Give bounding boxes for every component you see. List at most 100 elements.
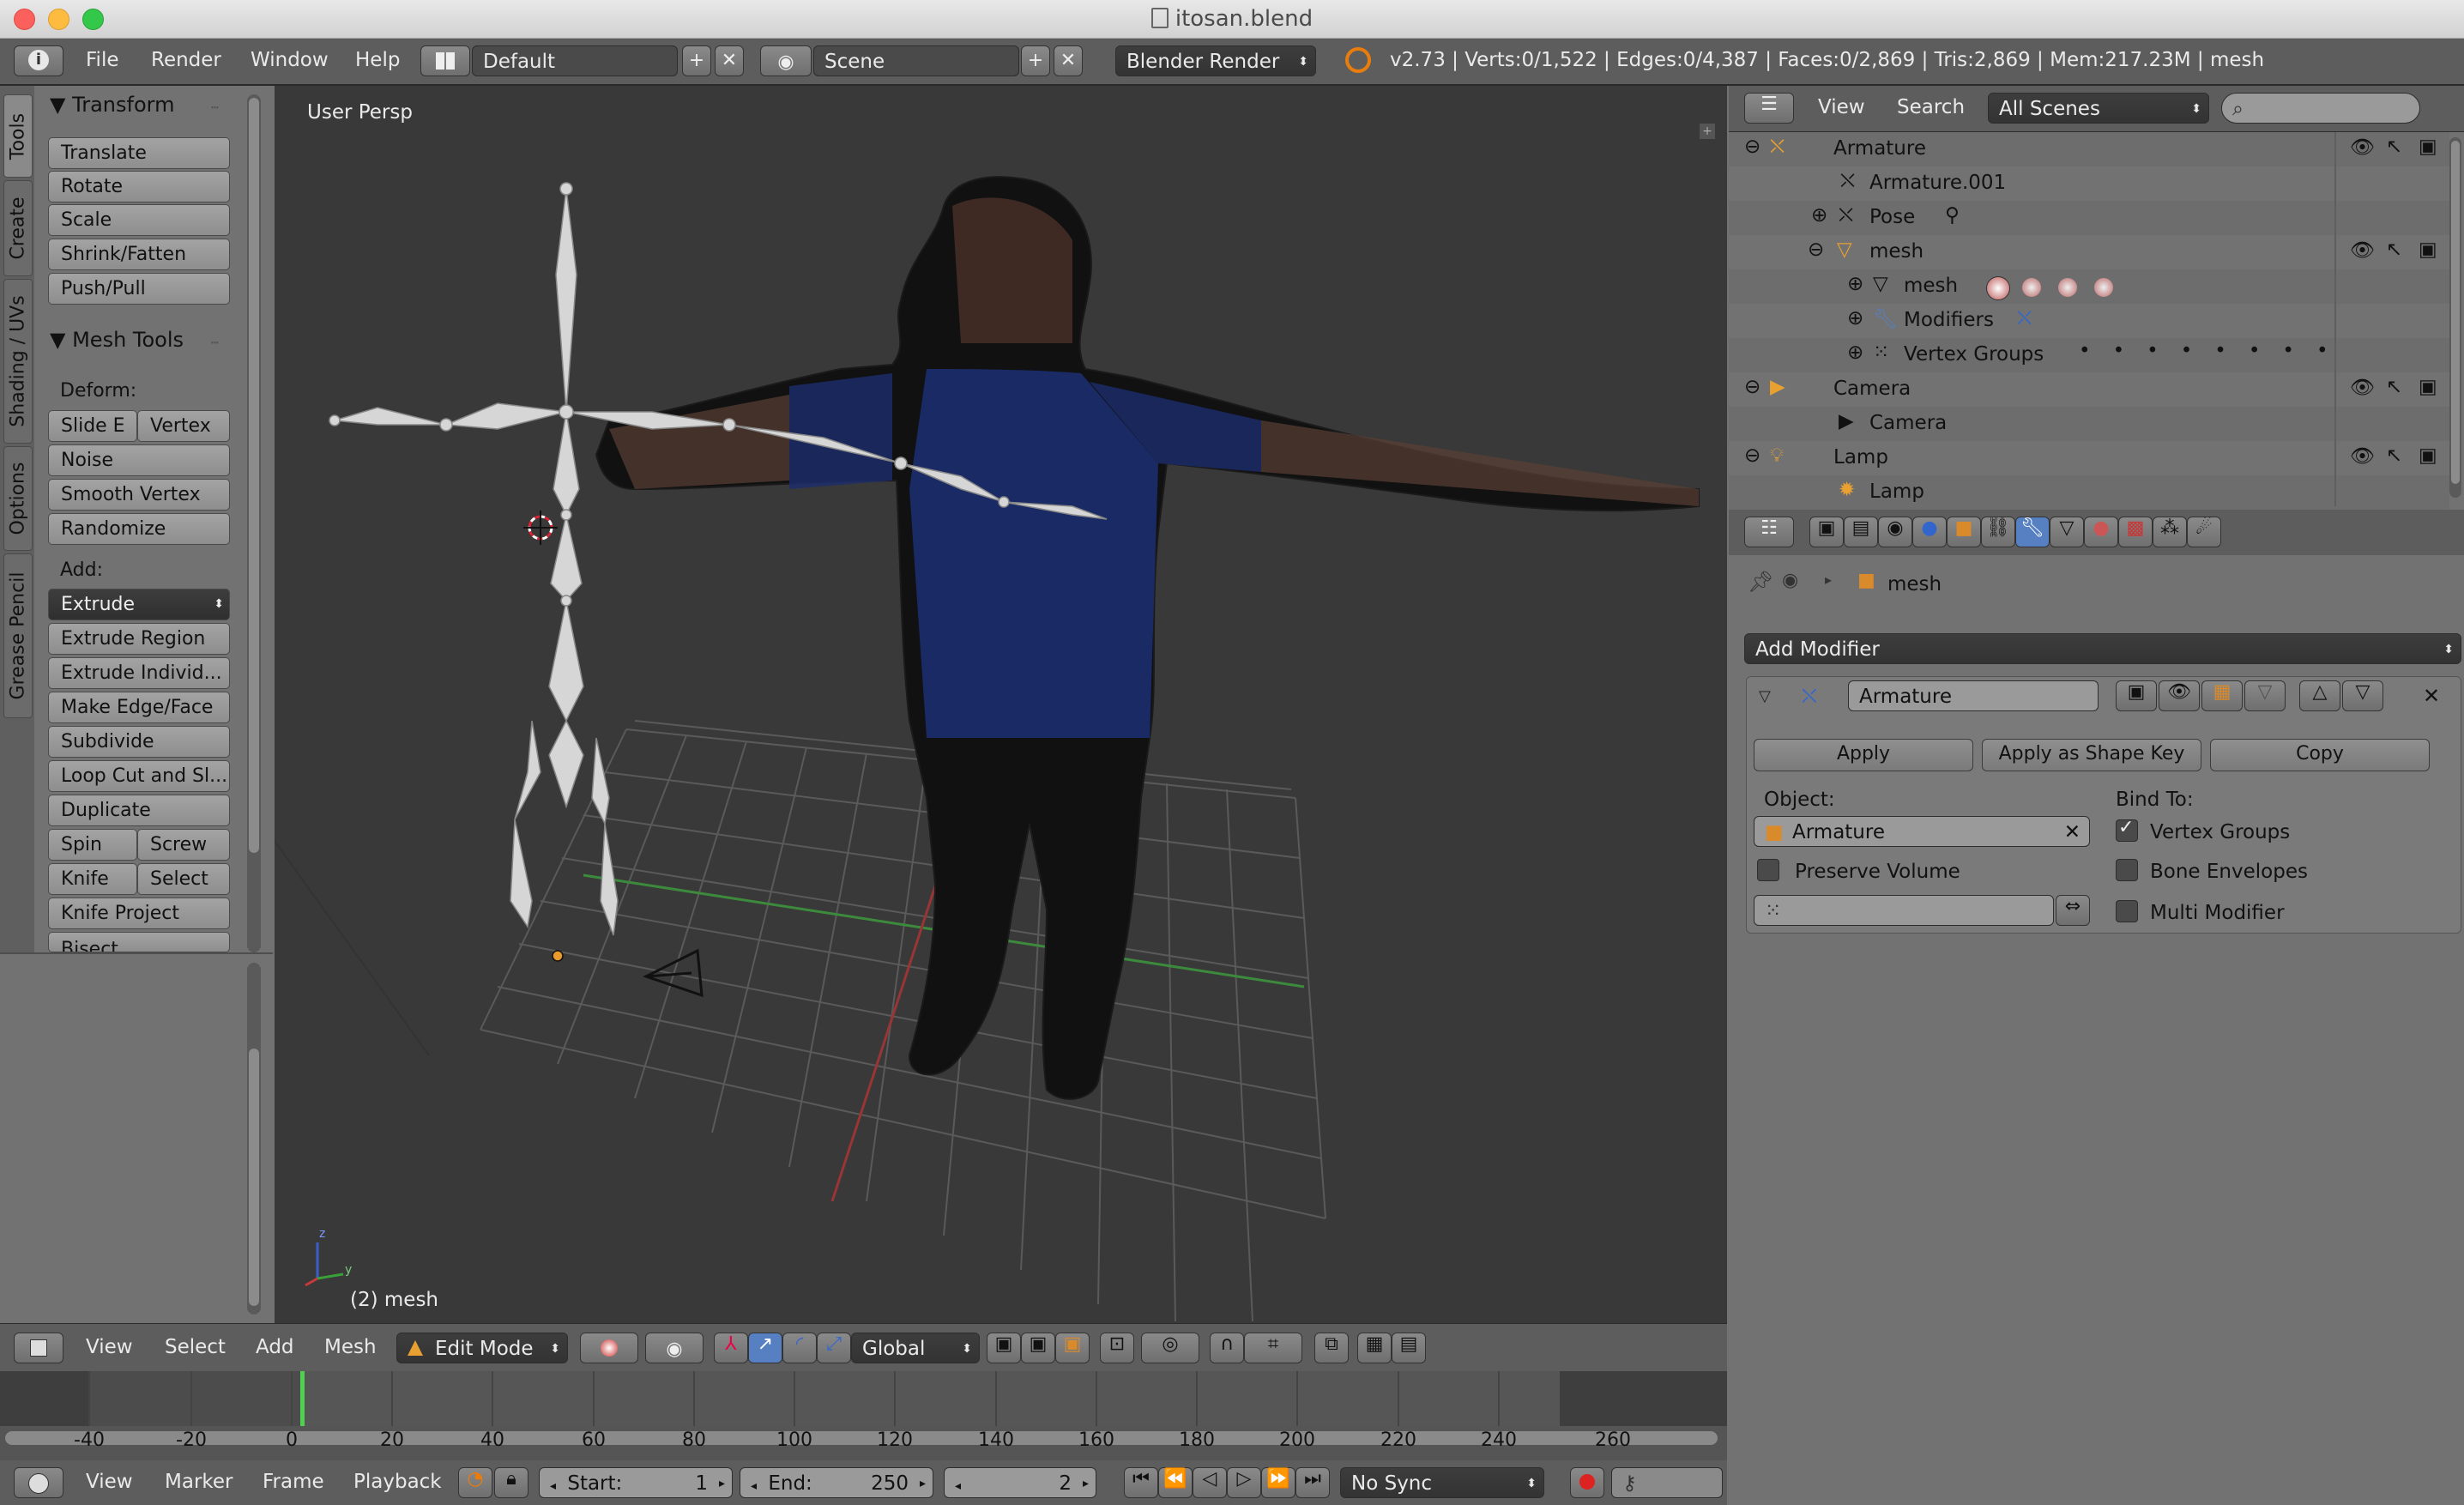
play-reverse-button[interactable]: ◁ xyxy=(1193,1467,1227,1498)
subdivide-button[interactable]: Subdivide xyxy=(48,726,230,758)
translate-button[interactable]: Translate xyxy=(48,137,230,169)
menu-add[interactable]: Add xyxy=(256,1336,294,1358)
noise-button[interactable]: Noise xyxy=(48,444,230,476)
3d-viewport[interactable]: User Persp + z y (2) mesh xyxy=(275,86,1727,1323)
viewport-shading-dropdown[interactable] xyxy=(580,1333,638,1363)
timeline[interactable]: -40 -20 0 20 40 60 80 100 120 140 160 18… xyxy=(0,1371,1727,1460)
limit-selection-toggle[interactable]: ⊡ xyxy=(1100,1333,1134,1363)
snap-toggle[interactable]: ∩ xyxy=(1210,1333,1244,1363)
texture-context-tab[interactable]: ▩ xyxy=(2118,517,2153,547)
outliner-row-vertex-groups[interactable]: ⊕ ⁙ Vertex Groups •••••••• xyxy=(1729,338,2449,372)
mesh-tools-panel-header[interactable]: ▼ Mesh Tools xyxy=(50,328,184,352)
menu-view[interactable]: View xyxy=(86,1471,133,1493)
outliner-row-mesh-object[interactable]: ⊖ ▽ mesh xyxy=(1729,235,2449,269)
outliner-row-modifiers[interactable]: ⊕ 🔧︎ Modifiers ⛌ xyxy=(1729,304,2449,338)
menu-marker[interactable]: Marker xyxy=(165,1471,233,1493)
knife-project-button[interactable]: Knife Project xyxy=(48,898,230,929)
menu-search[interactable]: Search xyxy=(1897,96,1965,118)
render-layers-context-tab[interactable]: ▤ xyxy=(1844,517,1878,547)
constraints-context-tab[interactable]: ⛓ xyxy=(1981,517,2015,547)
vertex-groups-checkbox[interactable]: ✓ xyxy=(2116,817,2138,842)
smooth-vertex-button[interactable]: Smooth Vertex xyxy=(48,479,230,511)
menu-select[interactable]: Select xyxy=(165,1336,226,1358)
scale-manipulator-toggle[interactable]: ⤢ xyxy=(817,1333,851,1363)
outliner-row-lamp-data[interactable]: ✹ Lamp xyxy=(1729,475,2449,510)
collapse-icon[interactable]: ⊖ xyxy=(1744,444,1760,467)
editor-type-properties-button[interactable]: ☷ xyxy=(1744,517,1794,547)
slide-vertex-button[interactable]: Vertex xyxy=(137,410,230,442)
move-modifier-down-button[interactable]: ▽ xyxy=(2342,680,2383,711)
rotate-manipulator-toggle[interactable]: ◜ xyxy=(782,1333,817,1363)
pin-icon[interactable]: 📌︎ xyxy=(1748,570,1773,594)
tool-shelf-scrollbar[interactable] xyxy=(247,94,261,952)
delete-scene-icon[interactable]: ✕ xyxy=(1054,45,1083,76)
visibility-eye-icon[interactable]: 👁︎ xyxy=(2350,239,2375,262)
menu-render[interactable]: Render xyxy=(151,49,221,71)
snap-element-dropdown[interactable]: ⌗ xyxy=(1244,1333,1302,1363)
add-screen-icon[interactable]: + xyxy=(682,45,711,76)
transform-orientation-dropdown[interactable]: Global ⬍ xyxy=(851,1333,980,1363)
outliner-scrollbar[interactable] xyxy=(2449,137,2461,498)
proportional-editing-dropdown[interactable]: ◎ xyxy=(1141,1333,1199,1363)
menu-view[interactable]: View xyxy=(86,1336,133,1358)
camera-object-icon[interactable] xyxy=(642,944,710,1004)
outliner-row-mesh-data[interactable]: ⊕ ▽ mesh xyxy=(1729,269,2449,304)
outliner-row-camera-data[interactable]: ▶ Camera xyxy=(1729,407,2449,441)
editor-type-timeline-button[interactable] xyxy=(14,1467,63,1498)
render-animation-button[interactable]: ▤ xyxy=(1392,1333,1426,1363)
manipulator-toggle[interactable]: ⅄ xyxy=(714,1333,748,1363)
armature-object-field[interactable]: ■ Armature ✕ xyxy=(1754,816,2090,847)
scale-button[interactable]: Scale xyxy=(48,204,230,236)
bisect-button[interactable]: Bisect xyxy=(48,932,230,952)
current-frame-cursor[interactable] xyxy=(299,1371,305,1426)
move-modifier-up-button[interactable]: △ xyxy=(2299,680,2340,711)
collapse-icon[interactable]: ⊖ xyxy=(1744,136,1760,158)
menu-frame[interactable]: Frame xyxy=(263,1471,324,1493)
editor-type-outliner-button[interactable]: ☰ xyxy=(1744,93,1794,124)
knife-button[interactable]: Knife xyxy=(48,863,137,895)
expand-icon[interactable]: ⊕ xyxy=(1811,204,1827,227)
mode-dropdown[interactable]: Edit Mode ⬍ xyxy=(396,1333,568,1363)
shrink-fatten-button[interactable]: Shrink/Fatten xyxy=(48,239,230,270)
menu-help[interactable]: Help xyxy=(355,49,400,71)
screen-layout-icon-button[interactable] xyxy=(420,45,470,76)
spin-button[interactable]: Spin xyxy=(48,829,137,861)
outliner-search-input[interactable]: ⌕ xyxy=(2221,93,2420,124)
push-pull-button[interactable]: Push/Pull xyxy=(48,273,230,305)
remove-modifier-icon[interactable]: ✕ xyxy=(2423,684,2440,708)
selectability-cursor-icon[interactable]: ↖ xyxy=(2386,136,2402,158)
modifier-editmode-toggle[interactable]: ▦ xyxy=(2201,680,2243,711)
render-opengl-button[interactable]: ▦ xyxy=(1357,1333,1392,1363)
screw-button[interactable]: Screw xyxy=(137,829,230,861)
extrude-individual-button[interactable]: Extrude Individ... xyxy=(48,657,230,689)
render-context-tab[interactable]: ▣ xyxy=(1809,517,1844,547)
rotate-button[interactable]: Rotate xyxy=(48,171,230,202)
add-modifier-dropdown[interactable]: Add Modifier ⬍ xyxy=(1744,633,2461,664)
scene-icon-button[interactable]: ◉ xyxy=(760,45,812,76)
bone-envelopes-checkbox[interactable] xyxy=(2116,859,2138,881)
menu-window[interactable]: Window xyxy=(251,49,329,71)
layer-visible-toggle-1[interactable]: ▣ xyxy=(987,1333,1021,1363)
outliner-row-armature[interactable]: ⊖ ⛌ Armature xyxy=(1729,132,2449,166)
randomize-button[interactable]: Randomize xyxy=(48,513,230,545)
extrude-dropdown[interactable]: Extrude ⬍ xyxy=(48,589,230,620)
copy-modifier-button[interactable]: Copy xyxy=(2210,739,2430,771)
redo-panel-scrollbar[interactable] xyxy=(247,963,261,1315)
end-frame-field[interactable]: ◂ End: 250 ▸ xyxy=(740,1467,933,1498)
duplicate-button[interactable]: Duplicate xyxy=(48,795,230,826)
apply-button[interactable]: Apply xyxy=(1754,739,1973,771)
visibility-eye-icon[interactable]: 👁︎ xyxy=(2350,136,2375,159)
expand-icon[interactable]: ⊕ xyxy=(1847,273,1863,295)
vertex-group-field[interactable]: ⁙ xyxy=(1754,895,2054,926)
multi-modifier-checkbox[interactable] xyxy=(2116,900,2138,922)
outliner-row-camera[interactable]: ⊖ ▶ Camera xyxy=(1729,372,2449,407)
selectability-cursor-icon[interactable]: ↖ xyxy=(2386,376,2402,398)
panel-grip-icon[interactable]: ┅ xyxy=(211,336,218,350)
modifier-name-input[interactable]: Armature xyxy=(1848,680,2099,711)
modifiers-context-tab[interactable]: 🔧︎ xyxy=(2015,517,2050,547)
particles-context-tab[interactable]: ⁂ xyxy=(2153,517,2187,547)
extrude-region-button[interactable]: Extrude Region xyxy=(48,623,230,655)
slide-edge-button[interactable]: Slide E xyxy=(48,410,137,442)
layer-visible-toggle-3[interactable]: ▣ xyxy=(1055,1333,1090,1363)
render-engine-dropdown[interactable]: Blender Render ⬍ xyxy=(1115,45,1316,76)
